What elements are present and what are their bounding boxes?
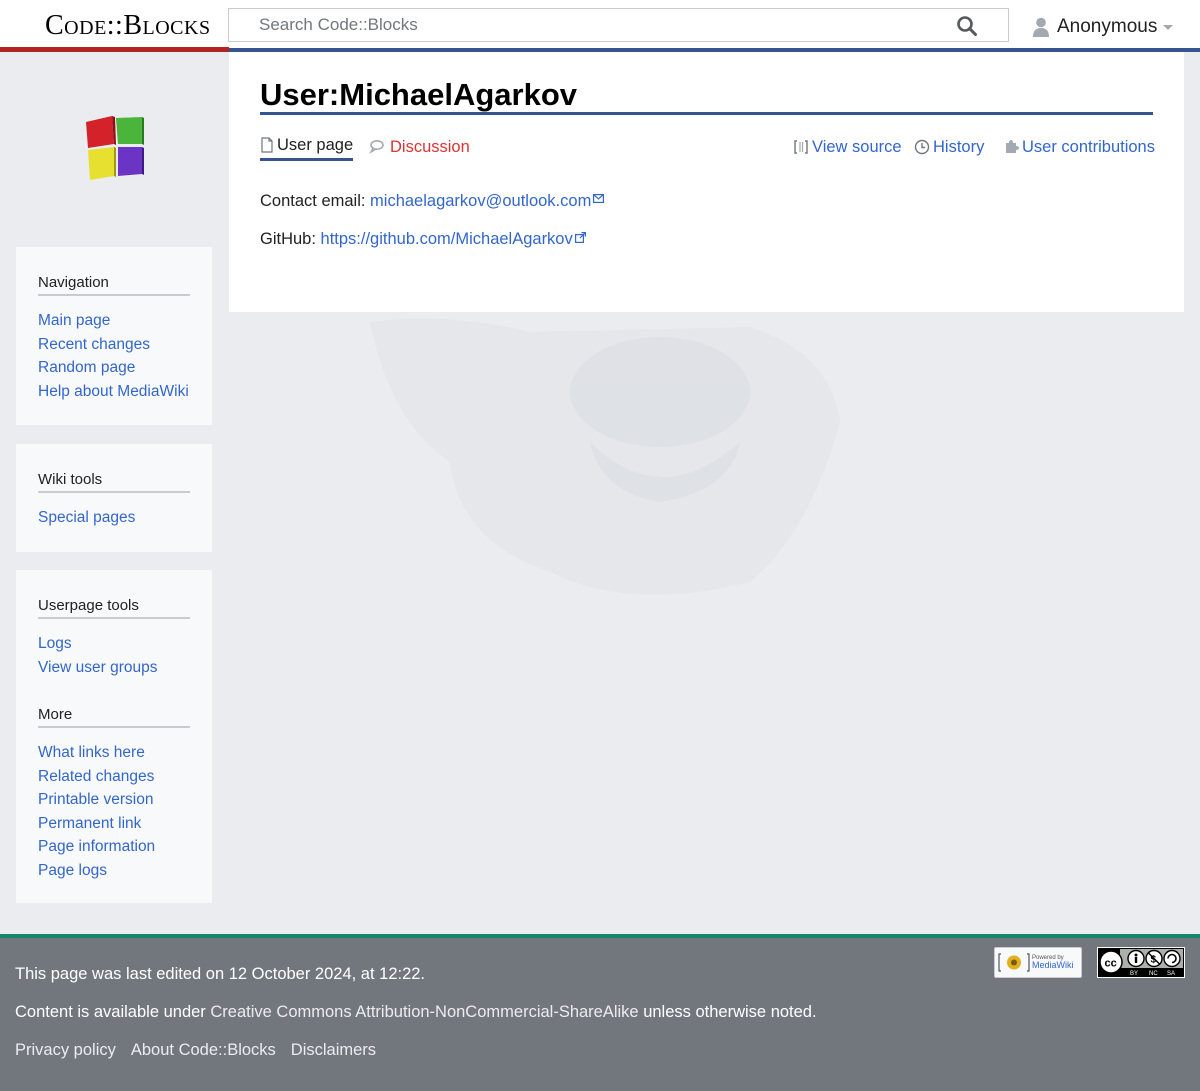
speech-bubble-icon [369,140,384,154]
search-icon[interactable] [956,15,978,37]
nav-recent-changes[interactable]: Recent changes [38,336,150,353]
license-link[interactable]: Creative Commons Attribution-NonCommerci… [210,1003,638,1021]
nav-help-mediawiki[interactable]: Help about MediaWiki [38,383,189,400]
cc-license-icon: cc $ BY NC SA [1098,948,1184,977]
tab-user-page[interactable]: User page [260,134,354,161]
tool-page-logs[interactable]: Page logs [38,862,107,879]
tab-label: History [933,137,985,156]
tool-what-links-here[interactable]: What links here [38,744,145,761]
external-link-icon [574,232,586,243]
nav-random-page[interactable]: Random page [38,359,135,376]
contact-email-link[interactable]: michaelagarkov@outlook.com [370,192,591,210]
contact-email-label: Contact email: [260,192,371,210]
portlet-wiki-tools: Wiki tools Special pages [16,444,212,552]
powered-by-mediawiki-badge[interactable]: Powered by MediaWiki [994,947,1082,978]
svg-text:cc: cc [1105,958,1117,970]
github-line: GitHub: https://github.com/MichaelAgarko… [260,228,586,250]
portlet-heading: Userpage tools [38,596,190,619]
page-icon [261,137,273,153]
portlet-heading: Navigation [38,273,190,296]
puzzle-piece-icon [1006,140,1019,153]
tool-printable-version[interactable]: Printable version [38,791,153,808]
license-prefix: Content is available under [15,1003,211,1021]
tool-permanent-link[interactable]: Permanent link [38,815,141,832]
background-watermark-image [370,318,840,595]
tab-discussion[interactable]: Discussion [369,134,470,160]
footer-link-privacy[interactable]: Privacy policy [15,1039,116,1061]
main-content: User:MichaelAgarkov User page Discussion… [229,52,1184,312]
user-name: Anonymous [1057,16,1158,37]
badge-line2: MediaWiki [1032,960,1074,970]
tool-logs[interactable]: Logs [38,635,72,652]
tab-view-source[interactable]: View source [793,134,902,160]
header-accent-red [0,47,229,52]
portlet-userpage-tools: Userpage tools Logs View user groups Mor… [16,570,212,903]
tool-related-changes[interactable]: Related changes [38,768,154,785]
contact-email-line: Contact email: michaelagarkov@outlook.co… [260,190,605,212]
license-text: Content is available under Creative Comm… [15,1001,817,1023]
tab-label: Discussion [390,137,470,156]
tool-page-information[interactable]: Page information [38,838,155,855]
github-label: GitHub: [260,230,321,248]
footer-link-about[interactable]: About Code::Blocks [131,1039,276,1061]
codeblocks-logo-icon[interactable] [82,114,148,182]
github-link[interactable]: https://github.com/MichaelAgarkov [321,230,573,248]
tab-label: User contributions [1022,137,1155,156]
search-box [228,8,1009,42]
cc-term-nc: NC [1149,971,1158,977]
tab-user-contributions[interactable]: User contributions [1003,134,1155,160]
mediawiki-logo-icon: Powered by MediaWiki [998,953,1074,972]
mail-icon [593,194,605,203]
site-logo-text[interactable]: Code::Blocks [45,9,211,43]
page-title: User:MichaelAgarkov [260,78,1153,115]
code-brackets-icon [794,140,808,154]
portlet-heading: Wiki tools [38,470,190,493]
creative-commons-badge[interactable]: cc $ BY NC SA [1097,947,1185,978]
clock-icon [914,139,930,155]
tool-view-user-groups[interactable]: View user groups [38,659,157,676]
footer-links: Privacy policy About Code::Blocks Discla… [15,1039,376,1061]
search-input[interactable] [229,9,949,41]
site-footer: This page was last edited on 12 October … [0,938,1200,1091]
tool-special-pages[interactable]: Special pages [38,509,135,526]
cc-term-sa: SA [1167,971,1175,977]
tab-history[interactable]: History [914,134,984,160]
site-header: Code::Blocks Anonymous [0,0,1200,52]
nav-main-page[interactable]: Main page [38,312,110,329]
tab-label: View source [812,137,902,156]
portlet-heading-more: More [38,705,190,728]
tab-label: User page [277,135,354,154]
cc-term-by: BY [1130,971,1138,977]
user-icon [1033,17,1049,37]
last-edited-text: This page was last edited on 12 October … [15,965,426,983]
chevron-down-icon [1163,24,1174,30]
footer-link-disclaimers[interactable]: Disclaimers [291,1039,376,1061]
license-suffix: unless otherwise noted. [638,1003,817,1021]
portlet-navigation: Navigation Main page Recent changes Rand… [16,247,212,425]
user-menu[interactable]: Anonymous [1032,12,1174,42]
